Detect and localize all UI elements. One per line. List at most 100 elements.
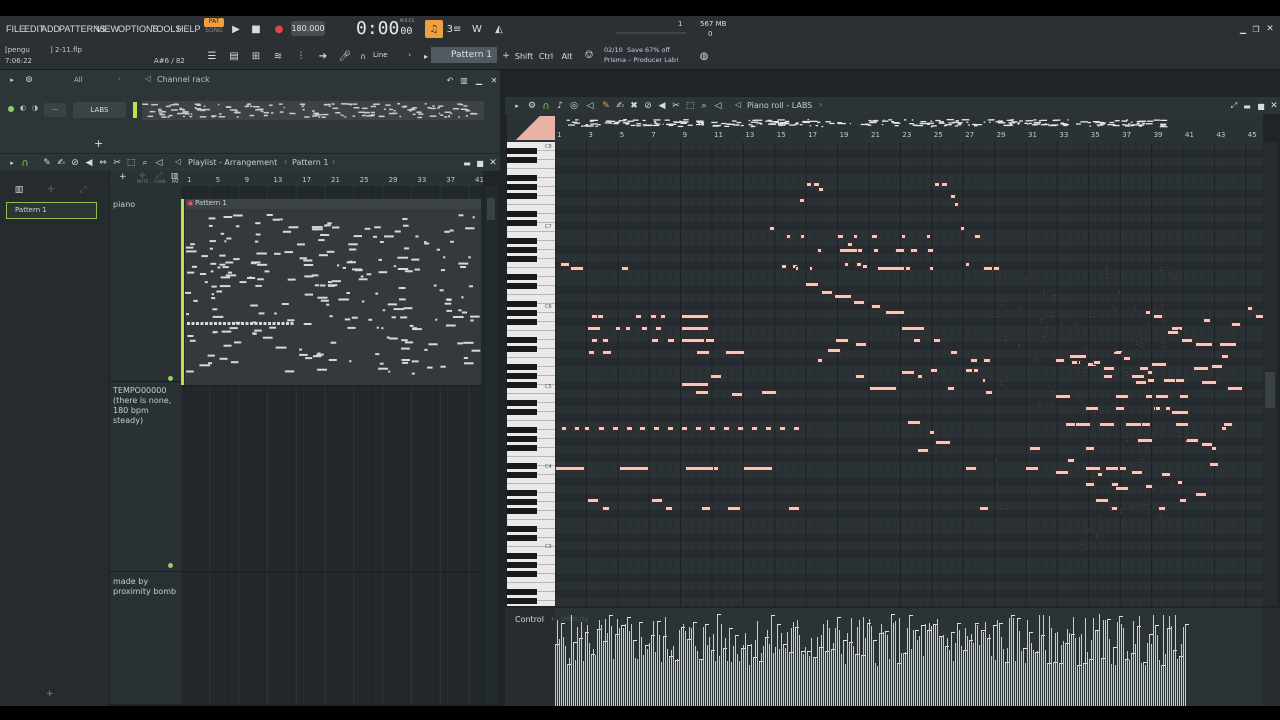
note[interactable]	[1141, 459, 1143, 463]
velocity-cap[interactable]	[609, 615, 613, 616]
velocity-bar[interactable]	[623, 628, 624, 706]
velocity-bar[interactable]	[979, 645, 980, 706]
track-header-credit[interactable]: made by proximity bomb	[110, 572, 181, 704]
velocity-bar[interactable]	[1093, 618, 1094, 706]
velocity-bar[interactable]	[1143, 663, 1144, 706]
detach-icon[interactable]: ⤢	[1227, 99, 1241, 113]
note[interactable]	[1051, 402, 1053, 406]
velocity-bar[interactable]	[1087, 652, 1088, 706]
note[interactable]	[1179, 498, 1187, 503]
note[interactable]	[862, 264, 868, 269]
note[interactable]	[1158, 506, 1166, 511]
velocity-bar[interactable]	[909, 616, 910, 706]
minimize-icon[interactable]: ▬	[1240, 99, 1254, 113]
velocity-bar[interactable]	[771, 616, 772, 706]
note[interactable]	[1099, 422, 1115, 427]
wrench-icon[interactable]: ⚙	[525, 99, 539, 113]
velocity-bar[interactable]	[773, 653, 774, 706]
playback-icon[interactable]: ◁	[711, 99, 725, 113]
velocity-bar[interactable]	[647, 649, 648, 706]
velocity-bar[interactable]	[651, 636, 652, 706]
note[interactable]	[1126, 372, 1128, 376]
velocity-bar[interactable]	[865, 638, 866, 706]
channel-mute-led[interactable]	[8, 106, 14, 112]
black-key[interactable]	[507, 400, 537, 406]
velocity-bar[interactable]	[657, 622, 658, 706]
velocity-bar[interactable]	[755, 640, 756, 706]
note[interactable]	[1097, 472, 1103, 477]
note[interactable]	[1093, 360, 1101, 365]
velocity-bar[interactable]	[933, 625, 934, 706]
menu-help[interactable]: HELP	[177, 24, 201, 34]
restore-icon[interactable]: ❐	[1249, 22, 1263, 36]
velocity-bar[interactable]	[733, 646, 734, 706]
velocity-bar[interactable]	[1081, 634, 1082, 706]
note[interactable]	[855, 342, 867, 347]
velocity-bar[interactable]	[781, 633, 782, 706]
note[interactable]	[1131, 374, 1145, 379]
velocity-bar[interactable]	[1009, 618, 1010, 706]
velocity-bar[interactable]	[817, 637, 818, 706]
note[interactable]	[612, 426, 619, 431]
note[interactable]	[954, 202, 959, 207]
velocity-bar[interactable]	[973, 643, 974, 706]
velocity-bar[interactable]	[1171, 626, 1172, 706]
velocity-bar[interactable]	[1053, 663, 1054, 706]
note[interactable]	[941, 182, 948, 187]
note[interactable]	[1095, 498, 1109, 503]
control-label[interactable]: Control	[515, 615, 544, 624]
velocity-bar[interactable]	[1141, 663, 1142, 706]
velocity-bar[interactable]	[1163, 615, 1164, 706]
add-track-icon[interactable]: +	[119, 172, 127, 182]
velocity-bar[interactable]	[593, 649, 594, 706]
velocity-bar[interactable]	[1183, 627, 1184, 706]
note[interactable]	[1159, 515, 1161, 519]
note[interactable]	[999, 270, 1001, 274]
black-key[interactable]	[507, 301, 537, 307]
note[interactable]	[853, 300, 865, 305]
minimize-icon[interactable]: ▁	[1236, 22, 1250, 36]
slice-icon[interactable]: ✂	[110, 156, 124, 170]
velocity-cap[interactable]	[837, 617, 841, 618]
velocity-bar[interactable]	[591, 655, 592, 706]
note[interactable]	[834, 294, 852, 299]
velocity-bar[interactable]	[683, 624, 684, 706]
note[interactable]	[1171, 410, 1189, 415]
paint-icon[interactable]: ✍	[613, 99, 627, 113]
note[interactable]	[723, 426, 730, 431]
velocity-bar[interactable]	[813, 658, 814, 706]
note[interactable]	[555, 466, 585, 471]
note[interactable]	[1075, 422, 1091, 427]
velocity-cap[interactable]	[1011, 615, 1015, 616]
note[interactable]	[786, 234, 791, 239]
crosshair-icon[interactable]: ✛	[44, 183, 58, 197]
velocity-bar[interactable]	[1139, 616, 1140, 706]
velocity-bar[interactable]	[891, 615, 892, 706]
velocity-bar[interactable]	[923, 656, 924, 706]
note[interactable]	[927, 248, 934, 253]
velocity-bar[interactable]	[565, 646, 566, 706]
velocity-bar[interactable]	[997, 620, 998, 706]
velocity-cap[interactable]	[717, 614, 721, 615]
channel-name-button[interactable]: LABS	[73, 102, 126, 118]
velocity-bar[interactable]	[1069, 633, 1070, 706]
velocity-bar[interactable]	[1161, 666, 1162, 706]
note[interactable]	[641, 326, 648, 331]
velocity-bar[interactable]	[795, 628, 796, 706]
velocity-bar[interactable]	[989, 634, 990, 706]
note[interactable]	[929, 266, 934, 271]
velocity-bar[interactable]	[965, 628, 966, 706]
velocity-bar[interactable]	[1157, 635, 1158, 706]
note[interactable]	[817, 248, 822, 253]
note[interactable]	[1114, 308, 1116, 312]
velocity-bar[interactable]	[1063, 641, 1064, 706]
note[interactable]	[1155, 394, 1169, 399]
velocity-cap[interactable]	[975, 623, 979, 624]
ctrl-button[interactable]: Ctrl	[537, 49, 555, 63]
velocity-bar[interactable]	[567, 665, 568, 706]
velocity-bar[interactable]	[797, 620, 798, 706]
velocity-bar[interactable]	[777, 625, 778, 706]
velocity-bar[interactable]	[1179, 657, 1180, 706]
note[interactable]	[1143, 501, 1145, 505]
note[interactable]	[1118, 290, 1120, 294]
